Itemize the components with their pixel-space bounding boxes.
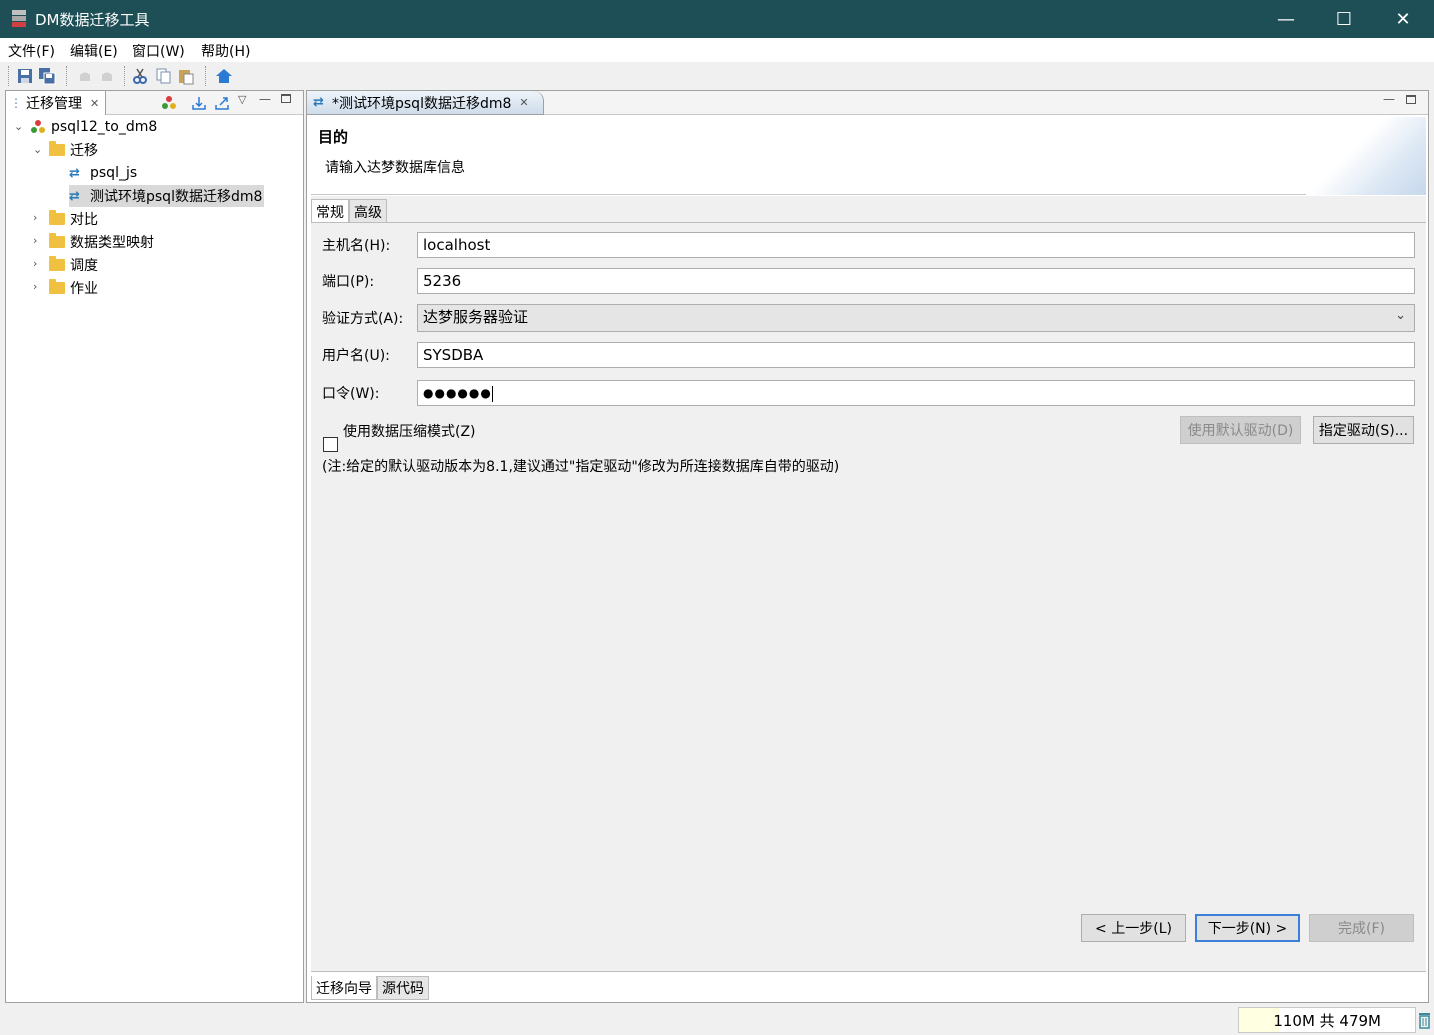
memory-text: 110M 共 479M	[1273, 1011, 1381, 1030]
status-bar: 110M 共 479M	[0, 1005, 1434, 1035]
chevron-right-icon[interactable]: ›	[33, 235, 43, 246]
close-button[interactable]: ✕	[1374, 0, 1432, 38]
tree-node-job-folder[interactable]: › 作业	[33, 277, 98, 299]
menu-edit[interactable]: 编辑(E)	[70, 41, 118, 61]
close-tab-icon[interactable]: ✕	[90, 97, 99, 110]
use-default-driver-button[interactable]: 使用默认驱动(D)	[1180, 416, 1301, 444]
migration-arrows-icon: ⇄	[69, 165, 80, 181]
export-icon[interactable]	[214, 95, 230, 111]
close-tab-icon[interactable]: ✕	[519, 96, 528, 109]
chevron-right-icon[interactable]: ›	[33, 258, 43, 269]
maximize-view-icon[interactable]	[281, 94, 291, 103]
tree-node-migration[interactable]: ⇄ psql_js	[69, 162, 137, 184]
general-tab-content: 主机名(H): localhost 端口(P): 5236 验证方式(A): 达…	[311, 222, 1426, 908]
previous-button[interactable]: < 上一步(L)	[1081, 914, 1186, 942]
toolbar	[0, 62, 1434, 90]
minimize-editor-icon[interactable]: —	[1383, 92, 1395, 106]
home-icon[interactable]	[215, 67, 233, 85]
next-button[interactable]: 下一步(N) >	[1195, 914, 1300, 942]
menu-window[interactable]: 窗口(W)	[132, 41, 185, 61]
copy-icon[interactable]	[154, 67, 172, 85]
tree-view-icon: ⋮	[10, 96, 22, 110]
title-bar: DM数据迁移工具 — ☐ ✕	[0, 0, 1434, 38]
maximize-button[interactable]: ☐	[1315, 0, 1373, 38]
wizard-banner: 目的 请输入达梦数据库信息	[311, 117, 1426, 195]
undo-icon[interactable]	[76, 67, 94, 85]
migration-arrows-icon: ⇄	[313, 95, 324, 110]
tree-node-project[interactable]: ⌄ psql12_to_dm8	[14, 116, 157, 138]
password-input[interactable]: ●●●●●●	[417, 380, 1415, 406]
maximize-editor-icon[interactable]	[1406, 95, 1416, 104]
host-label: 主机名(H):	[322, 238, 391, 254]
view-menu-icon[interactable]: ▽	[238, 93, 246, 106]
tree-node-type-mapping-folder[interactable]: › 数据类型映射	[33, 231, 154, 253]
divider	[311, 971, 1426, 972]
port-input[interactable]: 5236	[417, 268, 1415, 294]
username-label: 用户名(U):	[322, 348, 390, 364]
host-input[interactable]: localhost	[417, 232, 1415, 258]
chevron-right-icon[interactable]: ›	[33, 281, 43, 292]
tree-node-migration[interactable]: ⇄ 测试环境psql数据迁移dm8	[69, 185, 265, 207]
auth-label: 验证方式(A):	[322, 311, 404, 327]
tree-node-schedule-folder[interactable]: › 调度	[33, 254, 98, 276]
migration-arrows-icon: ⇄	[69, 188, 80, 204]
banner-decoration	[1306, 117, 1426, 195]
connect-icon[interactable]	[161, 95, 177, 111]
tab-source-code[interactable]: 源代码	[377, 976, 429, 1000]
minimize-button[interactable]: —	[1257, 0, 1315, 38]
trash-icon[interactable]	[1418, 1011, 1431, 1029]
project-icon	[31, 120, 45, 133]
migration-editor: ⇄ *测试环境psql数据迁移dm8 ✕ — 目的 请输入达梦数据库信息 常规 …	[306, 90, 1429, 1003]
tab-advanced[interactable]: 高级	[349, 199, 387, 223]
wizard-form: 常规 高级 主机名(H): localhost 端口(P): 5236 验证方式…	[311, 196, 1426, 971]
folder-icon	[49, 256, 65, 271]
chevron-down-icon: ⌄	[1395, 308, 1406, 323]
tree-node-compare-folder[interactable]: › 对比	[33, 208, 98, 230]
driver-note: (注:给定的默认驱动版本为8.1,建议通过"指定驱动"修改为所连接数据库自带的驱…	[322, 459, 840, 475]
tab-general[interactable]: 常规	[311, 199, 349, 223]
folder-icon	[49, 279, 65, 294]
page-subtitle: 请输入达梦数据库信息	[325, 160, 465, 176]
view-tab-label: 迁移管理	[26, 96, 82, 112]
redo-icon[interactable]	[98, 67, 116, 85]
folder-icon	[49, 210, 65, 225]
tree-node-migration-folder[interactable]: ⌄ 迁移	[33, 139, 98, 161]
specify-driver-button[interactable]: 指定驱动(S)...	[1313, 416, 1414, 444]
save-all-icon[interactable]	[38, 67, 56, 85]
migration-management-view: ⋮ 迁移管理 ✕ ▽ — ⌄ psql12_to_dm8 ⌄ 迁移 ⇄ psql…	[5, 90, 304, 1003]
cut-icon[interactable]	[131, 67, 149, 85]
editor-tab-label: *测试环境psql数据迁移dm8	[332, 95, 512, 112]
port-label: 端口(P):	[322, 274, 375, 290]
save-icon[interactable]	[16, 67, 34, 85]
window-title: DM数据迁移工具	[35, 11, 150, 29]
import-icon[interactable]	[191, 95, 207, 111]
text-cursor	[491, 385, 493, 402]
folder-icon	[49, 233, 65, 248]
memory-indicator: 110M 共 479M	[1238, 1007, 1416, 1033]
password-label: 口令(W):	[322, 386, 380, 402]
finish-button[interactable]: 完成(F)	[1309, 914, 1414, 942]
tab-migration-wizard[interactable]: 迁移向导	[311, 976, 377, 1000]
chevron-down-icon[interactable]: ⌄	[14, 121, 24, 132]
menu-bar: 文件(F) 编辑(E) 窗口(W) 帮助(H)	[0, 38, 1434, 62]
paste-icon[interactable]	[177, 67, 195, 85]
auth-select[interactable]: 达梦服务器验证 ⌄	[417, 304, 1415, 332]
menu-file[interactable]: 文件(F)	[8, 41, 55, 61]
page-title: 目的	[318, 128, 349, 146]
open-folder-icon	[49, 141, 65, 156]
chevron-down-icon[interactable]: ⌄	[33, 144, 43, 155]
compress-checkbox[interactable]	[323, 437, 338, 452]
compress-label: 使用数据压缩模式(Z)	[343, 424, 476, 440]
menu-help[interactable]: 帮助(H)	[201, 41, 250, 61]
minimize-view-icon[interactable]: —	[259, 92, 271, 106]
tab-editor[interactable]: ⇄ *测试环境psql数据迁移dm8 ✕	[307, 91, 544, 115]
app-icon	[12, 10, 26, 27]
tab-migration-management[interactable]: ⋮ 迁移管理 ✕	[6, 91, 107, 115]
chevron-right-icon[interactable]: ›	[33, 212, 43, 223]
username-input[interactable]: SYSDBA	[417, 342, 1415, 368]
